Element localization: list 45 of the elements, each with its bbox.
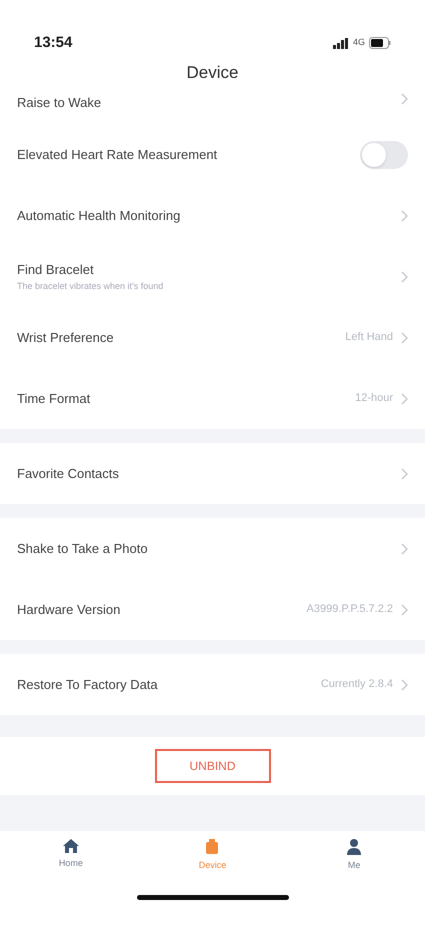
row-label: Automatic Health Monitoring [17, 206, 180, 225]
signal-icon [332, 38, 349, 48]
chevron-icon [401, 678, 408, 690]
settings-row[interactable]: Find Bracelet The bracelet vibrates when it's found [0, 246, 425, 307]
tab-item[interactable]: Me [314, 839, 394, 901]
clock-time: 13:54 [34, 32, 72, 53]
chevron-icon [401, 270, 408, 282]
settings-row[interactable]: Time Format 12-hour [0, 368, 425, 429]
settings-row[interactable]: Restore To Factory Data Currently 2.8.4 [0, 654, 425, 715]
toggle-switch[interactable] [360, 140, 408, 168]
row-value: A3999.P.P.5.7.2.2 [306, 602, 393, 618]
settings-row[interactable]: Favorite Contacts [0, 443, 425, 504]
battery-icon [369, 37, 391, 49]
row-label: Restore To Factory Data [17, 676, 158, 694]
row-label: Hardware Version [17, 600, 120, 619]
chevron-icon [401, 210, 408, 222]
row-value: Currently 2.8.4 [320, 677, 393, 692]
row-label: Time Format [17, 390, 90, 408]
settings-row[interactable]: Hardware Version A3999.P.P.5.7.2.2 [0, 579, 425, 640]
home-icon [62, 839, 79, 853]
row-label: Favorite Contacts [17, 464, 119, 483]
row-value: Left Hand [345, 330, 393, 346]
row-label: Elevated Heart Rate Measurement [17, 146, 218, 164]
tab-item[interactable]: Home [30, 839, 111, 901]
row-value: 12-hour [355, 391, 393, 406]
settings-row[interactable]: Automatic Health Monitoring [0, 185, 425, 246]
settings-row[interactable]: Wrist Preference Left Hand [0, 307, 425, 368]
network-label: 4G [352, 36, 365, 50]
row-label: Wrist Preference [17, 328, 114, 347]
device-icon [204, 839, 220, 855]
chevron-icon [401, 332, 408, 344]
row-subtitle: The bracelet vibrates when it's found [17, 280, 164, 292]
chevron-icon [401, 93, 408, 105]
settings-row[interactable]: Raise to Wake [0, 90, 425, 124]
chevron-icon [401, 604, 408, 616]
chevron-icon [401, 468, 408, 480]
settings-row[interactable]: Shake to Take a Photo [0, 518, 425, 579]
chevron-icon [401, 392, 408, 404]
settings-row[interactable]: Elevated Heart Rate Measurement [0, 124, 425, 185]
chevron-icon [401, 542, 408, 554]
row-label: Shake to Take a Photo [17, 540, 148, 558]
person-icon [347, 839, 362, 855]
row-label: Raise to Wake [17, 94, 102, 112]
page-title: Device [186, 62, 240, 84]
row-label: Find Bracelet [17, 261, 95, 279]
